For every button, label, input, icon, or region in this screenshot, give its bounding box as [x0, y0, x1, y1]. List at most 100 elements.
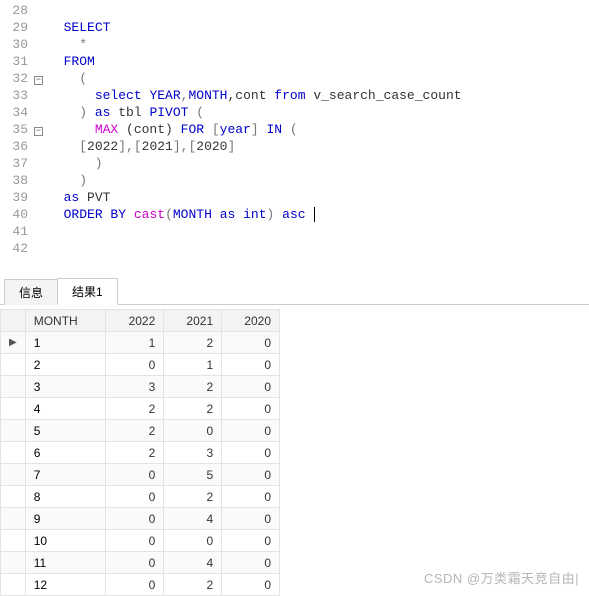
- column-header[interactable]: 2020: [222, 310, 280, 332]
- row-indicator: [1, 530, 26, 552]
- cell[interactable]: 1: [25, 332, 106, 354]
- column-header[interactable]: 2022: [106, 310, 164, 332]
- table-row[interactable]: 6230: [1, 442, 280, 464]
- fold-marker[interactable]: −: [34, 70, 48, 87]
- cell[interactable]: 2: [25, 354, 106, 376]
- results-grid[interactable]: MONTH202220212020▶1120201033204220520062…: [0, 309, 280, 596]
- table-row[interactable]: 9040: [1, 508, 280, 530]
- table-row[interactable]: 12020: [1, 574, 280, 596]
- code-line[interactable]: ORDER BY cast(MONTH as int) asc: [48, 206, 589, 223]
- code-line[interactable]: [2022],[2021],[2020]: [48, 138, 589, 155]
- cell[interactable]: 0: [164, 530, 222, 552]
- table-row[interactable]: 11040: [1, 552, 280, 574]
- cell[interactable]: 6: [25, 442, 106, 464]
- row-header-blank: [1, 310, 26, 332]
- cell[interactable]: 2: [164, 574, 222, 596]
- code-line[interactable]: [48, 2, 589, 19]
- cell[interactable]: 9: [25, 508, 106, 530]
- table-row[interactable]: 4220: [1, 398, 280, 420]
- cell[interactable]: 3: [106, 376, 164, 398]
- code-line[interactable]: ): [48, 155, 589, 172]
- cell[interactable]: 0: [222, 574, 280, 596]
- code-line[interactable]: as PVT: [48, 189, 589, 206]
- code-line[interactable]: SELECT: [48, 19, 589, 36]
- cell[interactable]: 0: [106, 464, 164, 486]
- cell[interactable]: 2: [164, 376, 222, 398]
- cell[interactable]: 0: [106, 486, 164, 508]
- cell[interactable]: 0: [222, 442, 280, 464]
- fold-marker[interactable]: −: [34, 121, 48, 138]
- cell[interactable]: 0: [222, 530, 280, 552]
- fold-marker: [34, 53, 48, 70]
- cell[interactable]: 4: [164, 552, 222, 574]
- code-line[interactable]: (: [48, 70, 589, 87]
- cell[interactable]: 10: [25, 530, 106, 552]
- cell[interactable]: 0: [222, 552, 280, 574]
- tab-1[interactable]: 结果1: [57, 278, 118, 305]
- code-line[interactable]: FROM: [48, 53, 589, 70]
- cell[interactable]: 4: [25, 398, 106, 420]
- cell[interactable]: 2: [164, 398, 222, 420]
- cell[interactable]: 1: [106, 332, 164, 354]
- cell[interactable]: 3: [164, 442, 222, 464]
- cell[interactable]: 8: [25, 486, 106, 508]
- cell[interactable]: 12: [25, 574, 106, 596]
- code-line[interactable]: ) as tbl PIVOT (: [48, 104, 589, 121]
- cell[interactable]: 0: [106, 574, 164, 596]
- tab-0[interactable]: 信息: [4, 279, 58, 305]
- fold-marker: [34, 104, 48, 121]
- cell[interactable]: 0: [106, 354, 164, 376]
- cell[interactable]: 2: [106, 442, 164, 464]
- line-number: 41: [0, 223, 28, 240]
- table-row[interactable]: 5200: [1, 420, 280, 442]
- code-line[interactable]: MAX (cont) FOR [year] IN (: [48, 121, 589, 138]
- cell[interactable]: 2: [164, 332, 222, 354]
- cell[interactable]: 5: [25, 420, 106, 442]
- fold-marker: [34, 36, 48, 53]
- table-row[interactable]: 3320: [1, 376, 280, 398]
- cell[interactable]: 0: [164, 420, 222, 442]
- table-row[interactable]: 8020: [1, 486, 280, 508]
- code-line[interactable]: *: [48, 36, 589, 53]
- line-number: 40: [0, 206, 28, 223]
- line-number: 33: [0, 87, 28, 104]
- cell[interactable]: 0: [222, 354, 280, 376]
- code-line[interactable]: ): [48, 172, 589, 189]
- line-number: 42: [0, 240, 28, 257]
- code-line[interactable]: [48, 240, 589, 257]
- cell[interactable]: 0: [222, 398, 280, 420]
- cell[interactable]: 0: [222, 376, 280, 398]
- fold-marker: [34, 240, 48, 257]
- cell[interactable]: 0: [106, 508, 164, 530]
- code-line[interactable]: [48, 223, 589, 240]
- cell[interactable]: 2: [106, 420, 164, 442]
- cell[interactable]: 0: [222, 508, 280, 530]
- result-tabs: 信息结果1: [0, 277, 589, 305]
- cell[interactable]: 0: [222, 486, 280, 508]
- cell[interactable]: 0: [222, 420, 280, 442]
- column-header[interactable]: 2021: [164, 310, 222, 332]
- code-area[interactable]: SELECT * FROM ( select YEAR,MONTH,cont f…: [48, 2, 589, 257]
- cell[interactable]: 0: [222, 332, 280, 354]
- table-row[interactable]: 7050: [1, 464, 280, 486]
- sql-editor[interactable]: 282930313233343536373839404142 −− SELECT…: [0, 0, 589, 265]
- cell[interactable]: 1: [164, 354, 222, 376]
- cell[interactable]: 7: [25, 464, 106, 486]
- cell[interactable]: 0: [106, 530, 164, 552]
- cell[interactable]: 4: [164, 508, 222, 530]
- cell[interactable]: 2: [164, 486, 222, 508]
- code-line[interactable]: select YEAR,MONTH,cont from v_search_cas…: [48, 87, 589, 104]
- row-indicator: [1, 398, 26, 420]
- cell[interactable]: 3: [25, 376, 106, 398]
- row-indicator: [1, 420, 26, 442]
- cell[interactable]: 0: [222, 464, 280, 486]
- table-row[interactable]: ▶1120: [1, 332, 280, 354]
- table-row[interactable]: 2010: [1, 354, 280, 376]
- cell[interactable]: 0: [106, 552, 164, 574]
- cell[interactable]: 5: [164, 464, 222, 486]
- watermark: CSDN @万类霜天竞自由|: [424, 568, 579, 587]
- cell[interactable]: 2: [106, 398, 164, 420]
- column-header[interactable]: MONTH: [25, 310, 106, 332]
- table-row[interactable]: 10000: [1, 530, 280, 552]
- cell[interactable]: 11: [25, 552, 106, 574]
